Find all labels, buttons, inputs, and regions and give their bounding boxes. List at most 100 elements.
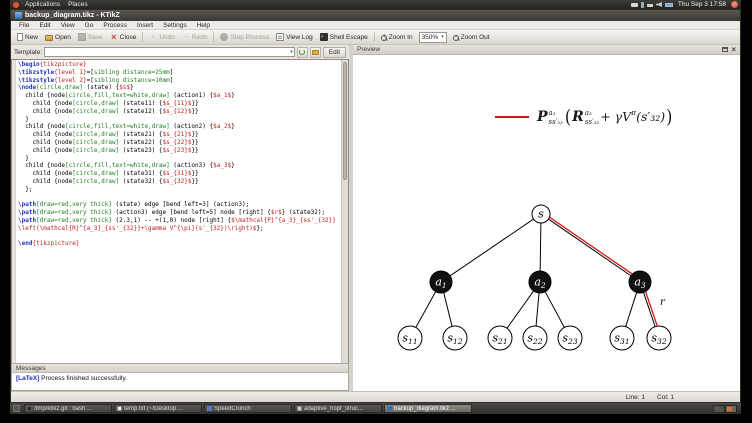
code-segment: {tikzpicture} — [39, 61, 87, 68]
menu-settings[interactable]: Settings — [158, 22, 192, 29]
code-segment: $s_{12}$ — [162, 107, 192, 115]
taskbar-item[interactable]: adaptive_hopf_struc... — [294, 404, 382, 413]
toolbar-separator — [142, 32, 144, 42]
toolbar-label: Shell Escape — [329, 33, 368, 41]
code-segment: $r$ — [270, 209, 282, 217]
reload-icon — [299, 49, 306, 55]
code-segment: \path — [18, 201, 37, 209]
code-segment: [draw=red,very thick] — [36, 209, 112, 217]
message-line: [LaTeX] Process finished successfully. — [16, 375, 344, 383]
close-button[interactable]: Close — [107, 32, 140, 42]
code-segment: (state23) { — [119, 146, 163, 154]
reload-template-button[interactable] — [296, 46, 308, 58]
taskbar-item[interactable]: SpeedCrunch — [204, 404, 292, 413]
edit-template-button[interactable]: Edit — [322, 46, 346, 58]
panel-menu-places[interactable]: Places — [64, 0, 92, 9]
task-label: SpeedCrunch — [214, 405, 251, 412]
new-button[interactable]: New — [14, 32, 41, 42]
edge-s-a3 — [548, 218, 632, 277]
toolbar: New Open Save Close Undo Redo Stop Process View… — [11, 30, 740, 45]
bluetooth-icon[interactable] — [640, 1, 644, 8]
taskbar-item[interactable]: /tmp/ktikz.git : bash ... — [24, 404, 112, 413]
code-area[interactable]: \begin{tikzpicture} \tikzstyle{level 1}=[… — [18, 61, 340, 364]
status-col: Col: 1 — [657, 393, 674, 401]
mail-icon[interactable] — [630, 2, 638, 7]
code-segment: [circle,draw] — [36, 84, 84, 92]
zoom-in-button[interactable]: Zoom In — [378, 33, 416, 42]
code-segment: (state) { — [83, 84, 120, 92]
code-segment: ] — [169, 76, 174, 84]
taskbar-item[interactable]: temp.txt (~/Desktop ... — [114, 404, 202, 413]
content: Template: ▾ Edit \begin{tikzpicture} \tik… — [11, 45, 740, 391]
battery-icon[interactable] — [664, 2, 673, 7]
menu-help[interactable]: Help — [192, 22, 215, 29]
status-bar: Line: 1 Col: 1 — [11, 391, 740, 402]
editor-scrollbar[interactable] — [341, 60, 348, 364]
code-segment: child {node — [18, 92, 65, 100]
show-desktop-icon[interactable] — [13, 405, 20, 412]
float-panel-icon[interactable] — [722, 47, 729, 52]
code-segment: child {node — [18, 177, 73, 185]
redo-icon — [182, 33, 190, 41]
message-text: Process finished successfully. — [39, 375, 128, 382]
code-segment: ] — [169, 68, 174, 76]
code-segment: [draw=red,very thick] — [36, 201, 112, 209]
toolbar-label: New — [25, 33, 39, 41]
taskbar-item[interactable]: backup_diagram.tikz ... — [384, 404, 472, 413]
close-panel-icon[interactable]: × — [731, 45, 736, 54]
browse-template-button[interactable] — [309, 46, 321, 58]
volume-icon[interactable] — [655, 2, 662, 7]
power-icon[interactable] — [731, 1, 738, 8]
clock[interactable]: Thu Sep 3 17:58 — [676, 1, 728, 8]
template-bar: Template: ▾ Edit — [11, 45, 349, 59]
code-segment: }; — [18, 185, 33, 193]
code-segment: $s_{21}$ — [162, 131, 192, 139]
code-segment: }} — [191, 138, 199, 146]
menu-file[interactable]: File — [14, 22, 34, 29]
log-icon — [276, 33, 285, 41]
distributor-logo-icon[interactable] — [13, 1, 19, 8]
code-segment: \begin — [18, 61, 40, 68]
message-tag: [LaTeX] — [16, 375, 40, 382]
toolbar-label: View Log — [286, 33, 313, 41]
save-button: Save — [75, 32, 106, 42]
template-combo[interactable]: ▾ — [44, 47, 295, 57]
workspace-switcher[interactable] — [713, 404, 737, 413]
calculator-icon — [207, 406, 212, 411]
shell-escape-button[interactable]: Shell Escape — [317, 32, 371, 42]
code-segment: (state) edge [bend left=3] (action3); — [111, 201, 250, 209]
workspace-2[interactable] — [725, 404, 737, 413]
task-label: temp.txt (~/Desktop ... — [124, 405, 183, 412]
code-segment: }} — [191, 146, 199, 154]
open-button[interactable]: Open — [42, 32, 74, 42]
code-segment: \path — [18, 216, 37, 224]
editor-frame: \begin{tikzpicture} \tikzstyle{level 1}=[… — [11, 59, 349, 365]
code-segment: [circle,draw] — [72, 170, 120, 178]
code-segment: child {node — [18, 170, 73, 178]
toolbar-separator — [213, 32, 215, 42]
menu-go[interactable]: Go — [80, 22, 99, 29]
workspace-window-thumb — [727, 406, 732, 411]
menu-process[interactable]: Process — [98, 22, 131, 29]
zoom-level-combo[interactable]: 350% ▾ — [418, 31, 447, 43]
view-log-button[interactable]: View Log — [273, 32, 316, 42]
code-segment: }} — [191, 107, 199, 115]
menu-edit[interactable]: Edit — [34, 22, 55, 29]
code-line: \begin{tikzpicture} — [18, 61, 340, 69]
preview-body: Pa₃ ss′₃₂(Ra₃ ss′₃₂ + γV π (s′₃₂)) s a1 a2 a3 s1… — [353, 55, 740, 391]
titlebar[interactable]: backup_diagram.tikz - KTikZ — [11, 10, 740, 21]
ktikz-icon — [387, 406, 392, 411]
menu-insert[interactable]: Insert — [132, 22, 158, 29]
scrollbar-thumb[interactable] — [343, 62, 347, 180]
network-icon[interactable] — [646, 2, 653, 7]
code-segment: $s_{32}$ — [162, 177, 192, 185]
zoom-out-button[interactable]: Zoom Out — [450, 33, 493, 42]
code-segment: {tikzpicture} — [32, 240, 80, 248]
workspace-1[interactable] — [713, 404, 725, 413]
chevron-down-icon: ▾ — [290, 48, 293, 55]
shell-icon — [319, 33, 328, 41]
panel-menu-applications[interactable]: Applications — [21, 0, 64, 9]
preview-title: Preview — [357, 46, 381, 53]
code-segment: sibling distance=10mm — [93, 76, 170, 84]
menu-view[interactable]: View — [56, 22, 80, 29]
